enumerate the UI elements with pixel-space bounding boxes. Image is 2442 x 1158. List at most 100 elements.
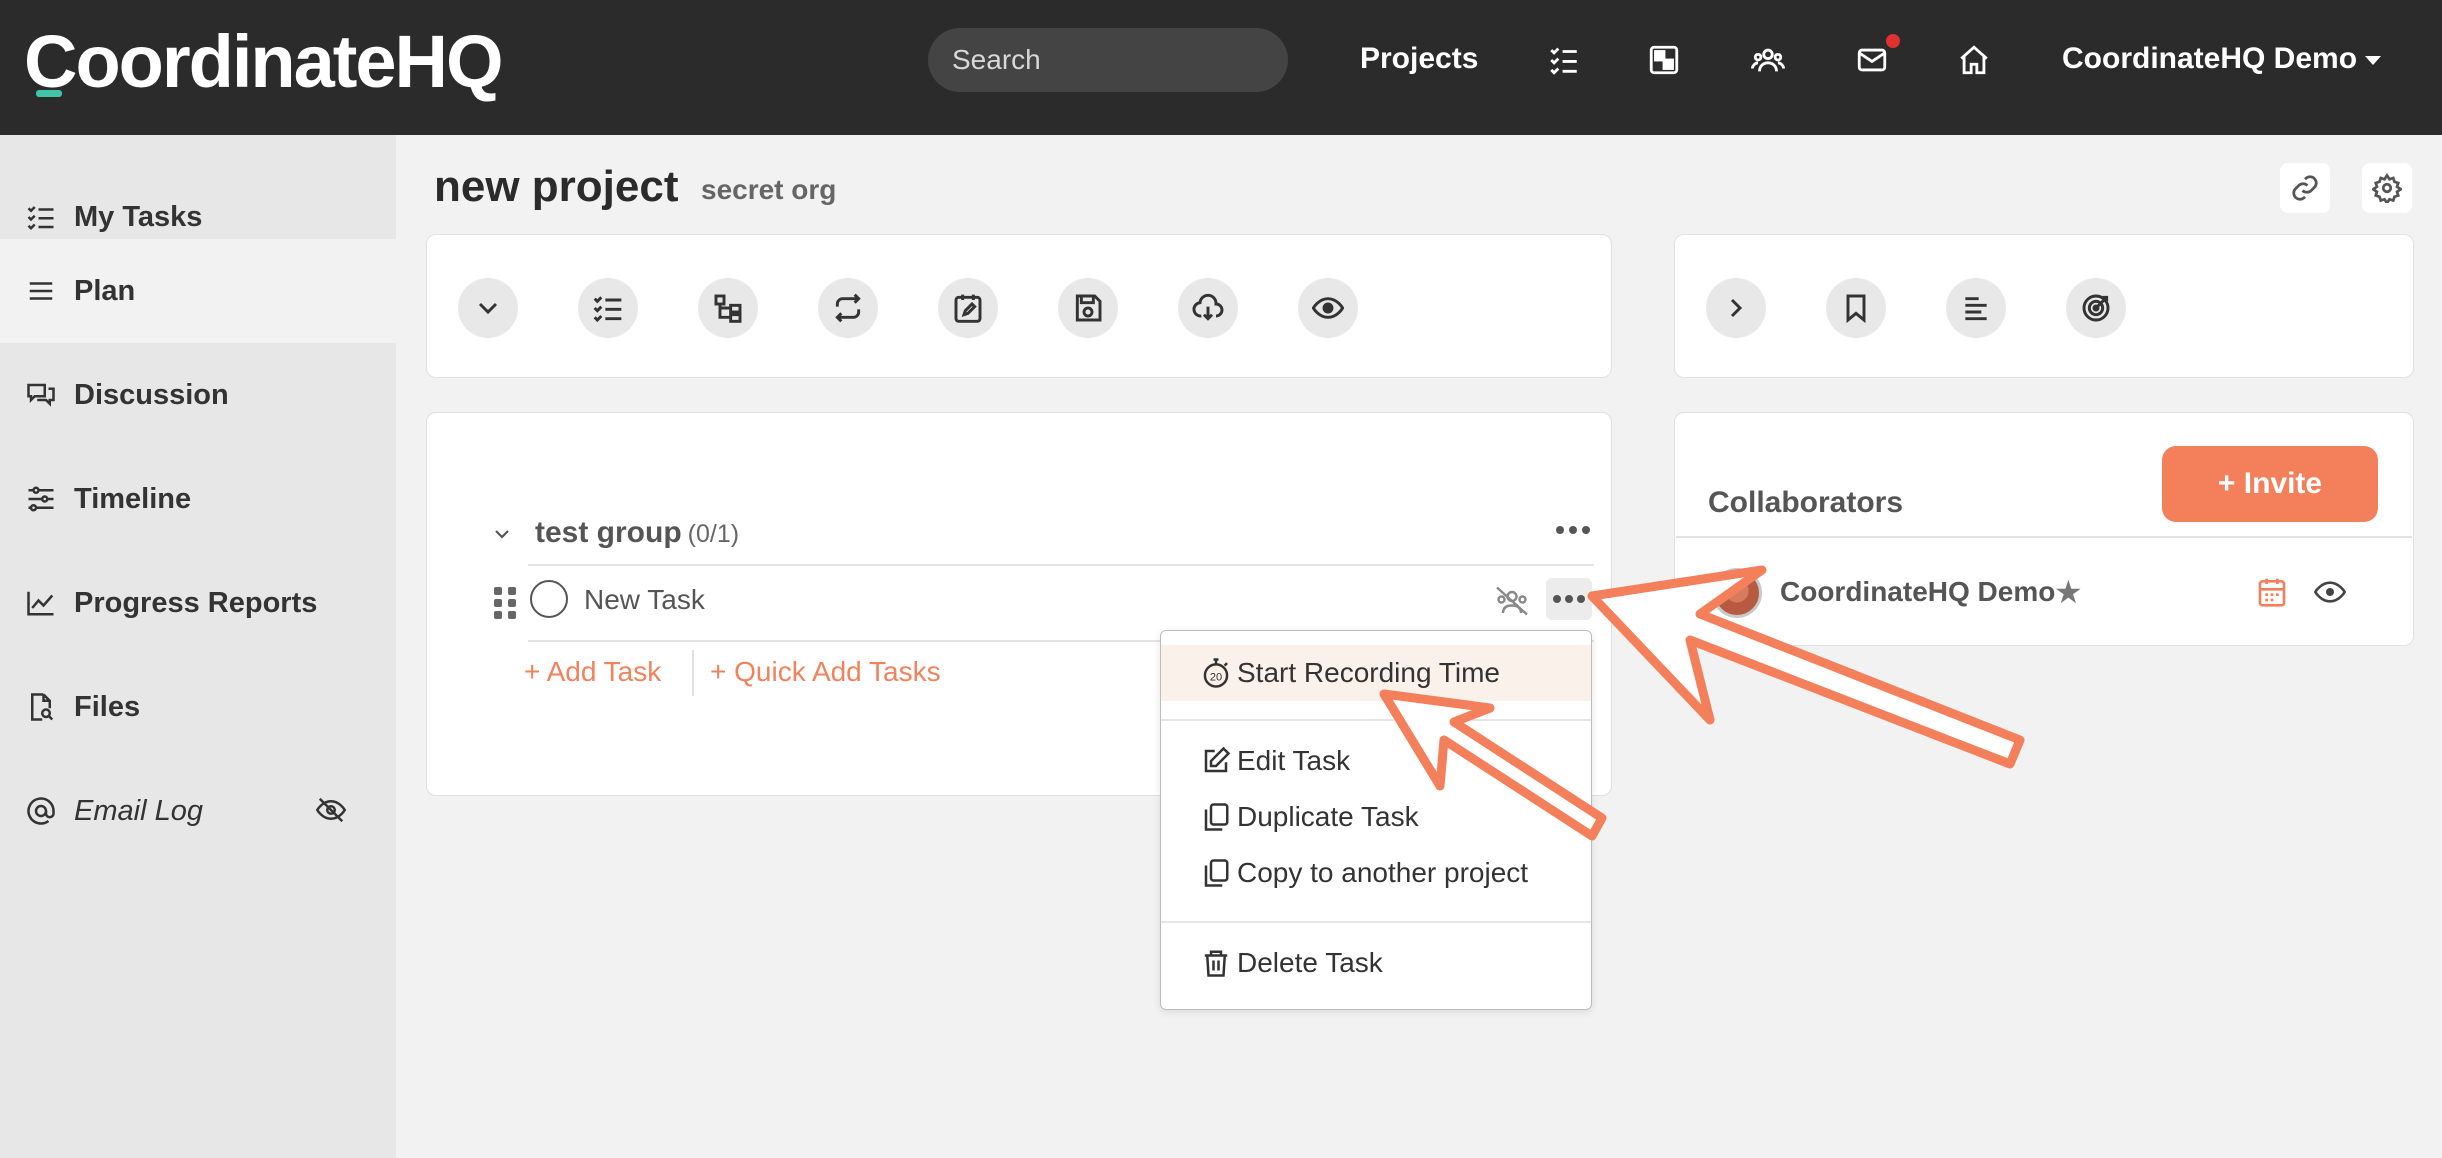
sidebar-item-label: Timeline: [74, 482, 192, 515]
search-input[interactable]: [928, 28, 1288, 92]
repeat-button[interactable]: [818, 278, 878, 338]
menu-item-label: Delete Task: [1237, 947, 1383, 978]
eye-icon: [1312, 297, 1344, 319]
nav-projects-link[interactable]: Projects: [1360, 42, 1478, 76]
gear-icon: [2372, 173, 2402, 203]
collaborators-title: Collaborators: [1708, 486, 1904, 519]
chat-icon: [27, 383, 55, 407]
add-task-link[interactable]: + Add Task: [524, 656, 661, 688]
top-navbar: CoordinateHQ Projects CoordinateHQ Demo: [0, 0, 2442, 135]
tasks-icon[interactable]: [1544, 40, 1584, 80]
edit-icon: [1204, 746, 1231, 773]
toolbar-card-right: [1674, 234, 2414, 378]
copy-icon: [1204, 859, 1229, 887]
list-check-icon: [593, 296, 622, 323]
board-icon[interactable]: [1644, 40, 1684, 80]
avatar: [1712, 568, 1762, 618]
menu-item-label: Copy to another project: [1237, 857, 1529, 888]
hierarchy-icon: [714, 294, 742, 323]
page-title: new project: [434, 162, 679, 211]
visibility-button[interactable]: [1298, 278, 1358, 338]
sidebar: My Tasks Plan Discussion Timeline Progre…: [0, 135, 396, 1158]
sidebar-item-discussion[interactable]: Discussion: [0, 343, 396, 447]
hierarchy-button[interactable]: [698, 278, 758, 338]
file-search-icon: [31, 693, 54, 721]
edit-task-item[interactable]: Edit Task: [1161, 733, 1591, 789]
calendar-edit-button[interactable]: [938, 278, 998, 338]
task-complete-checkbox[interactable]: [530, 580, 568, 618]
group-title[interactable]: test group (0/1): [535, 516, 739, 550]
settings-button[interactable]: [2362, 163, 2412, 213]
task-options-menu: 20 Start Recording Time Edit Task Duplic…: [1160, 630, 1592, 1010]
menu-divider: [1161, 719, 1591, 721]
group-count: (0/1): [687, 520, 740, 548]
menu-item-label: Edit Task: [1237, 745, 1351, 776]
list-icon: [29, 282, 53, 300]
cloud-download-icon: [1192, 293, 1224, 321]
task-options-button[interactable]: [1546, 578, 1592, 620]
list-check-icon: [27, 206, 54, 231]
calendar-icon[interactable]: [2256, 576, 2288, 608]
stopwatch-icon: 20: [1203, 658, 1229, 688]
task-name[interactable]: New Task: [584, 584, 705, 616]
svg-text:20: 20: [1210, 671, 1222, 683]
notification-dot: [1884, 32, 1902, 50]
copy-icon: [1204, 803, 1229, 831]
people-hidden-icon[interactable]: [1494, 586, 1530, 616]
sidebar-item-label: Files: [74, 690, 141, 723]
link-button[interactable]: [2280, 163, 2330, 213]
sidebar-item-label: Discussion: [74, 378, 229, 411]
user-menu[interactable]: CoordinateHQ Demo: [2062, 42, 2382, 76]
sliders-icon: [28, 486, 54, 512]
menu-divider: [1161, 921, 1591, 923]
collapse-button[interactable]: [458, 278, 518, 338]
sidebar-item-label: My Tasks: [74, 200, 203, 233]
group-options-button[interactable]: [1556, 526, 1590, 534]
eye-icon[interactable]: [2314, 576, 2346, 608]
chevron-right-icon: [1730, 298, 1743, 318]
chevron-down-icon[interactable]: [490, 522, 514, 546]
sidebar-item-email-log[interactable]: Email Log: [0, 759, 396, 863]
expand-button[interactable]: [1706, 278, 1766, 338]
eye-off-icon[interactable]: [316, 795, 346, 825]
sidebar-item-progress-reports[interactable]: Progress Reports: [0, 551, 396, 655]
sidebar-item-label: Progress Reports: [74, 586, 318, 619]
home-icon[interactable]: [1954, 40, 1994, 80]
invite-button[interactable]: + Invite: [2162, 446, 2378, 522]
menu-item-label: Duplicate Task: [1237, 801, 1419, 832]
user-name: CoordinateHQ Demo: [2062, 42, 2358, 75]
group-name: test group: [535, 516, 682, 549]
target-icon: [2082, 294, 2110, 322]
caret-down-icon: [2365, 55, 2382, 65]
target-button[interactable]: [2066, 278, 2126, 338]
download-button[interactable]: [1178, 278, 1238, 338]
align-button[interactable]: [1946, 278, 2006, 338]
trash-icon: [1204, 950, 1228, 977]
start-recording-time-item[interactable]: 20 Start Recording Time: [1161, 645, 1591, 701]
save-button[interactable]: [1058, 278, 1118, 338]
collaborator-name[interactable]: CoordinateHQ Demo: [1780, 576, 2055, 608]
delete-task-item[interactable]: Delete Task: [1161, 935, 1591, 991]
drag-handle-icon[interactable]: [494, 587, 516, 619]
people-icon[interactable]: [1748, 40, 1788, 80]
link-icon: [2292, 175, 2318, 201]
task-list-button[interactable]: [578, 278, 638, 338]
duplicate-task-item[interactable]: Duplicate Task: [1161, 789, 1591, 845]
sidebar-item-label: Plan: [74, 274, 136, 307]
at-icon: [27, 797, 55, 825]
sidebar-item-timeline[interactable]: Timeline: [0, 447, 396, 551]
sidebar-item-plan[interactable]: Plan: [0, 239, 396, 343]
divider: [1676, 536, 2412, 538]
sidebar-item-label: Email Log: [74, 794, 203, 827]
quick-add-tasks-link[interactable]: + Quick Add Tasks: [710, 656, 941, 688]
divider: [528, 564, 1594, 566]
logo-accent-bar: [36, 90, 62, 97]
copy-to-project-item[interactable]: Copy to another project: [1161, 845, 1591, 901]
sidebar-item-files[interactable]: Files: [0, 655, 396, 759]
chart-icon: [27, 591, 54, 616]
bookmark-button[interactable]: [1826, 278, 1886, 338]
chevron-down-icon: [478, 302, 498, 315]
logo[interactable]: CoordinateHQ: [24, 20, 504, 104]
calendar-edit-icon: [954, 294, 982, 323]
page-subtitle[interactable]: secret org: [701, 174, 836, 206]
